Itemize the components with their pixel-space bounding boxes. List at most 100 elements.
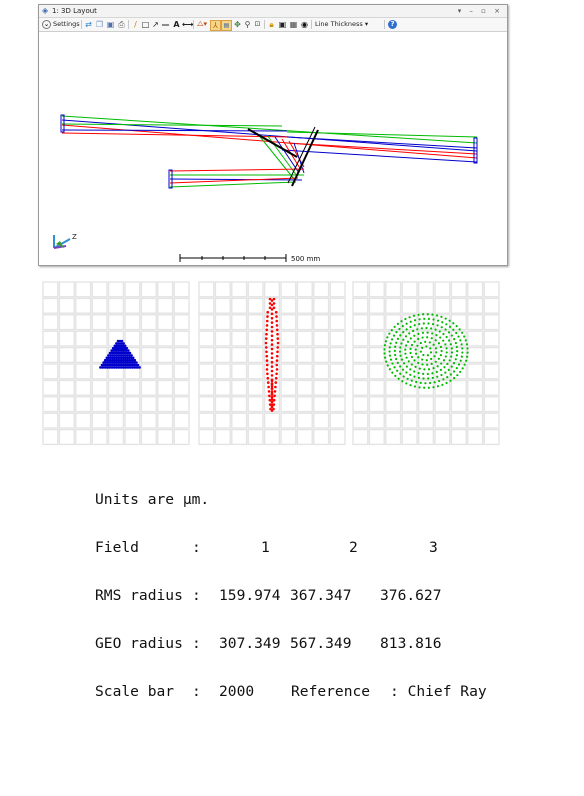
zoom-icon[interactable]: ⚲ <box>243 20 252 29</box>
spot-point <box>427 386 430 389</box>
spot-point <box>417 337 420 341</box>
spot-point <box>270 312 274 316</box>
pencil-icon[interactable]: / <box>131 20 140 29</box>
spot-point <box>393 325 396 328</box>
spot-point <box>266 376 270 380</box>
line-icon[interactable]: — <box>161 20 170 29</box>
spot-point <box>401 325 404 328</box>
spot-point <box>418 386 421 389</box>
settings-chevron-icon[interactable]: ⌄ <box>42 20 51 29</box>
spot-point <box>276 337 280 340</box>
help-icon[interactable]: ? <box>388 20 397 29</box>
save-icon[interactable]: ▣ <box>106 20 115 29</box>
spot-point <box>409 373 412 376</box>
spot-point <box>400 358 404 361</box>
spot-point <box>275 328 279 332</box>
spot-point <box>461 331 464 334</box>
spot-point <box>445 323 448 326</box>
spot-point <box>423 386 426 389</box>
spot-point <box>383 352 386 355</box>
spot-point <box>442 359 446 362</box>
spot-point <box>450 355 453 358</box>
spot-point <box>427 317 431 321</box>
spot-point <box>415 380 418 384</box>
object-plane <box>60 114 65 133</box>
spot-point <box>455 345 458 349</box>
rotate-icon[interactable]: ✥ <box>233 20 242 29</box>
zoom-in-icon[interactable]: ▤ <box>221 20 232 31</box>
spot-point <box>270 356 274 360</box>
spot-point <box>391 371 394 374</box>
spot-point <box>265 328 269 332</box>
spot-point <box>460 343 463 346</box>
window-icon[interactable]: ▣ <box>278 20 287 29</box>
spot-panel-field-2 <box>198 281 346 446</box>
spot-point <box>417 313 420 316</box>
spot-point <box>385 360 388 363</box>
spot-point <box>463 335 466 338</box>
spot-point <box>417 356 420 359</box>
spot-point <box>408 316 411 319</box>
spot-point <box>452 322 455 325</box>
spot-point <box>413 324 416 327</box>
spot-point <box>275 372 278 376</box>
lock-icon[interactable]: 🔒︎ <box>267 20 276 29</box>
spot-point <box>275 363 279 367</box>
spot-point <box>127 349 130 352</box>
window-titlebar[interactable]: ◈ 1: 3D Layout ▾ – ▫ × <box>39 5 507 18</box>
spot-point <box>395 341 398 344</box>
line-thickness-dropdown[interactable]: Line Thickness ▾ <box>315 18 368 31</box>
spot-point <box>425 326 428 330</box>
layout-icon[interactable]: ⧍▾ <box>196 20 208 29</box>
spot-point <box>273 394 276 398</box>
spot-point <box>407 360 410 363</box>
spot-point <box>413 319 417 322</box>
units-row: Units are µm. <box>95 492 209 508</box>
spot-point <box>135 361 138 364</box>
spot-point <box>270 343 274 346</box>
settings-button[interactable]: Settings <box>53 18 80 31</box>
spot-point <box>391 362 394 365</box>
scale-colon: : <box>192 683 201 700</box>
text-icon[interactable]: A <box>172 20 181 29</box>
spot-point <box>267 385 270 389</box>
spot-point <box>414 352 418 355</box>
spot-point <box>409 347 412 351</box>
window-controls[interactable]: ▾ – ▫ × <box>458 5 503 17</box>
spot-point <box>265 332 268 336</box>
spot-point <box>432 367 435 370</box>
spot-point <box>265 354 269 358</box>
spot-point <box>439 336 442 339</box>
clip-icon[interactable]: ▦ <box>289 20 298 29</box>
spot-point <box>447 331 451 334</box>
spot-point <box>270 382 274 385</box>
dimension-icon[interactable]: ⟷ <box>182 20 193 29</box>
spot-point <box>446 362 449 366</box>
axis-icon[interactable]: ⅄ <box>210 20 221 31</box>
fit-icon[interactable]: ⊡ <box>253 20 262 29</box>
spot-point <box>402 331 405 334</box>
spot-point <box>466 351 469 354</box>
spot-point <box>439 353 442 357</box>
spot-point <box>383 356 387 359</box>
spot-point <box>423 317 426 320</box>
rectangle-icon[interactable]: □ <box>141 20 150 29</box>
spot-point <box>457 363 461 366</box>
print-icon[interactable]: ⎙ <box>117 20 126 29</box>
spot-point <box>449 373 452 376</box>
units-line: Units are µm. <box>95 491 210 508</box>
spot-point <box>437 342 441 345</box>
spot-point <box>460 355 463 358</box>
refresh-icon[interactable]: ⇄ <box>84 20 93 29</box>
spot-point <box>432 318 435 321</box>
arrow-icon[interactable]: ↗ <box>151 20 160 29</box>
spot-point <box>275 324 279 327</box>
spot-point <box>396 337 400 341</box>
copy-icon[interactable]: ❐ <box>95 20 104 29</box>
camera-icon[interactable]: ◉ <box>300 20 309 29</box>
spot-point <box>413 334 416 337</box>
spot-point <box>270 316 274 320</box>
spot-point <box>388 332 391 335</box>
layout-canvas[interactable]: Z 500 mm <box>42 33 504 263</box>
spot-point <box>436 375 439 378</box>
